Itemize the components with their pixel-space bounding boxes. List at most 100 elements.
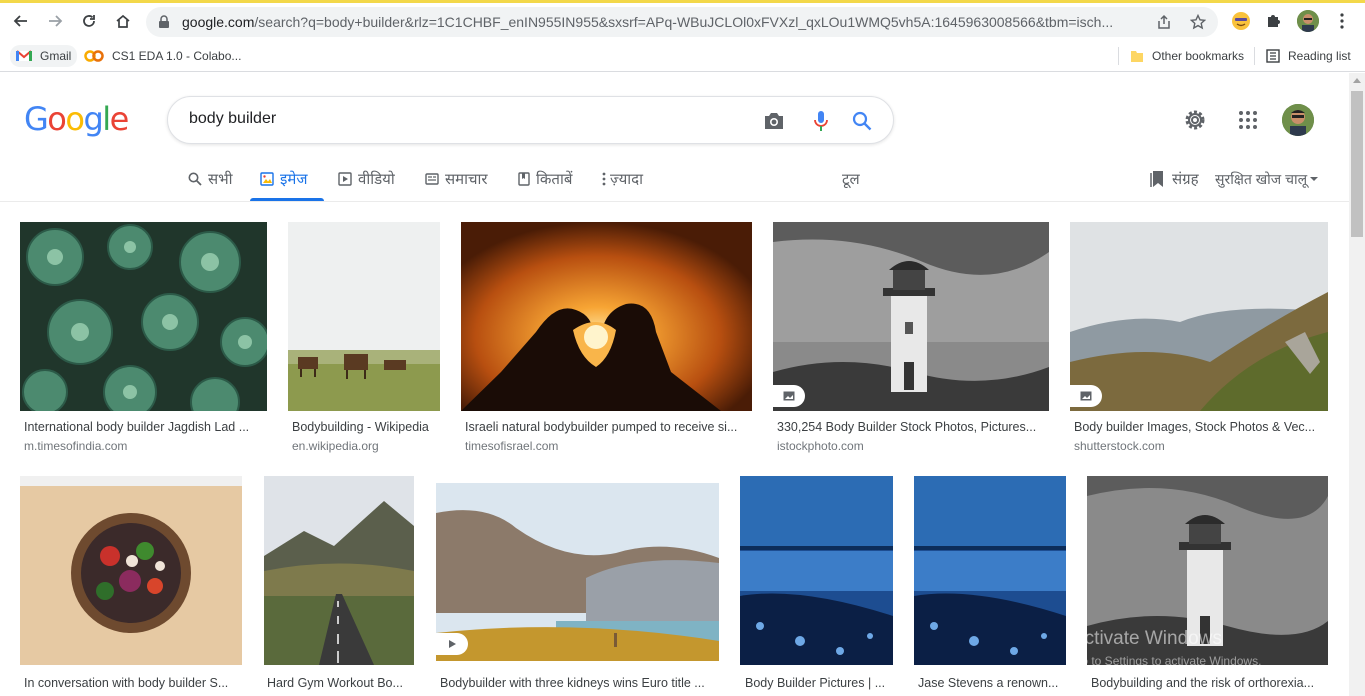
arrow-left-icon (13, 15, 27, 27)
image-badge-icon (1070, 385, 1102, 407)
result-caption-10[interactable]: Jase Stevens a renown... (918, 676, 1064, 690)
extensions-button[interactable] (1263, 10, 1285, 32)
google-apps-button[interactable] (1235, 107, 1261, 133)
image-search-button[interactable] (762, 109, 786, 133)
logo-letter: o (47, 100, 67, 138)
result-domain-4[interactable]: istockphoto.com (777, 439, 864, 453)
page-scrollbar[interactable] (1349, 73, 1365, 696)
search-input[interactable]: body builder (189, 110, 276, 128)
result-image-7[interactable] (264, 476, 414, 665)
result-caption-1[interactable]: International body builder Jagdish Lad .… (24, 420, 264, 434)
bookmark-colab[interactable]: CS1 EDA 1.0 - Colabo... (84, 45, 241, 67)
bookmark-gmail[interactable]: Gmail (10, 45, 78, 67)
profile-button[interactable] (1297, 10, 1319, 32)
bookmark-other-folder[interactable]: Other bookmarks (1130, 45, 1244, 67)
result-domain-1[interactable]: m.timesofindia.com (24, 439, 127, 453)
share-button[interactable] (1154, 12, 1174, 32)
caret-down-icon (1310, 177, 1319, 181)
gear-icon (1185, 110, 1205, 130)
scroll-up-arrow[interactable] (1353, 78, 1361, 83)
folder-icon (1130, 49, 1144, 63)
result-caption-9[interactable]: Body Builder Pictures | ... (745, 676, 891, 690)
result-image-3[interactable] (461, 222, 752, 411)
browser-toolbar: google.com/search?q=body+builder&rlz=1C1… (0, 3, 1365, 39)
search-tabs: सभी इमेज वीडियो समाचार किताबें ज़्यादा ट… (0, 160, 1349, 202)
forward-button[interactable] (42, 8, 68, 34)
address-bar[interactable]: google.com/search?q=body+builder&rlz=1C1… (146, 7, 1218, 37)
share-icon (1158, 14, 1170, 29)
back-button[interactable] (8, 8, 34, 34)
tab-all-label: सभी (208, 171, 233, 188)
safesearch-toggle[interactable]: सुरक्षित खोज चालू (1215, 167, 1319, 191)
result-caption-6[interactable]: In conversation with body builder S... (24, 676, 240, 690)
horses-field-photo (288, 222, 440, 411)
search-icon (852, 111, 872, 131)
result-image-9[interactable] (740, 476, 893, 665)
play-icon (449, 640, 456, 648)
result-image-8[interactable] (436, 483, 719, 661)
heart-hands-sunset-photo (461, 222, 752, 411)
apps-grid-icon (1239, 111, 1257, 129)
result-domain-3[interactable]: timesofisrael.com (465, 439, 558, 453)
profile-avatar-icon (1297, 10, 1319, 32)
arrow-right-icon (49, 15, 63, 27)
bookmark-gmail-label: Gmail (40, 49, 72, 63)
home-button[interactable] (110, 8, 136, 34)
mountain-road-photo (264, 476, 414, 665)
result-domain-5[interactable]: shutterstock.com (1074, 439, 1165, 453)
gmail-icon (16, 50, 32, 62)
reload-button[interactable] (76, 8, 102, 34)
kebab-menu-icon (1340, 13, 1344, 29)
tab-all[interactable]: सभी (188, 167, 233, 191)
result-image-6[interactable] (20, 476, 242, 665)
image-icon (260, 172, 274, 186)
logo-letter: o (65, 100, 85, 138)
result-caption-3[interactable]: Israeli natural bodybuilder pumped to re… (465, 420, 749, 434)
result-image-10[interactable] (914, 476, 1066, 665)
bookmark-star-button[interactable] (1188, 12, 1208, 32)
tab-more[interactable]: ज़्यादा (602, 167, 643, 191)
account-avatar[interactable] (1282, 104, 1314, 136)
scroll-thumb[interactable] (1351, 91, 1363, 237)
news-icon (425, 172, 439, 186)
reading-list-label: Reading list (1288, 49, 1351, 63)
lighthouse-photo (773, 222, 1049, 411)
google-logo[interactable]: Google (24, 100, 130, 138)
tab-videos[interactable]: वीडियो (338, 167, 395, 191)
result-image-4[interactable] (773, 222, 1049, 411)
search-submit-button[interactable] (850, 109, 874, 133)
browser-menu-button[interactable] (1331, 10, 1353, 32)
result-image-2[interactable] (288, 222, 440, 411)
result-image-1[interactable] (20, 222, 267, 411)
logo-letter: l (102, 100, 111, 138)
voice-search-button[interactable] (809, 109, 833, 133)
result-caption-4[interactable]: 330,254 Body Builder Stock Photos, Pictu… (777, 420, 1045, 434)
logo-letter: G (24, 100, 49, 138)
tab-more-label: ज़्यादा (610, 171, 644, 188)
mountain-valley-photo (1070, 222, 1328, 411)
result-caption-7[interactable]: Hard Gym Workout Bo... (267, 676, 413, 690)
account-avatar-icon (1282, 104, 1314, 136)
bookmarks-bar: Gmail CS1 EDA 1.0 - Colabo... Other book… (0, 39, 1365, 72)
extension-emoji-button[interactable] (1230, 10, 1252, 32)
tab-books[interactable]: किताबें (518, 167, 572, 191)
saved-collections-button[interactable]: संग्रह (1150, 167, 1199, 191)
url-path: /search?q=body+builder&rlz=1C1CHBF_enIN9… (254, 14, 1114, 30)
settings-button[interactable] (1182, 107, 1208, 133)
result-caption-5[interactable]: Body builder Images, Stock Photos & Vec.… (1074, 420, 1326, 434)
tab-images[interactable]: इमेज (260, 167, 307, 191)
search-box[interactable]: body builder (167, 96, 894, 144)
tab-books-label: किताबें (536, 171, 573, 188)
result-caption-8[interactable]: Bodybuilder with three kidneys wins Euro… (440, 676, 716, 690)
salad-bowl-photo (20, 476, 242, 665)
result-caption-2[interactable]: Bodybuilding - Wikipedia (292, 420, 442, 434)
tools-button[interactable]: टूल (842, 167, 860, 191)
image-badge-icon (773, 385, 805, 407)
result-caption-11[interactable]: Bodybuilding and the risk of orthorexia.… (1091, 676, 1327, 690)
home-icon (116, 14, 130, 28)
result-image-5[interactable] (1070, 222, 1328, 411)
reading-list-button[interactable]: Reading list (1266, 45, 1351, 67)
logo-letter: e (109, 100, 130, 138)
result-domain-2[interactable]: en.wikipedia.org (292, 439, 379, 453)
tab-news[interactable]: समाचार (425, 167, 488, 191)
